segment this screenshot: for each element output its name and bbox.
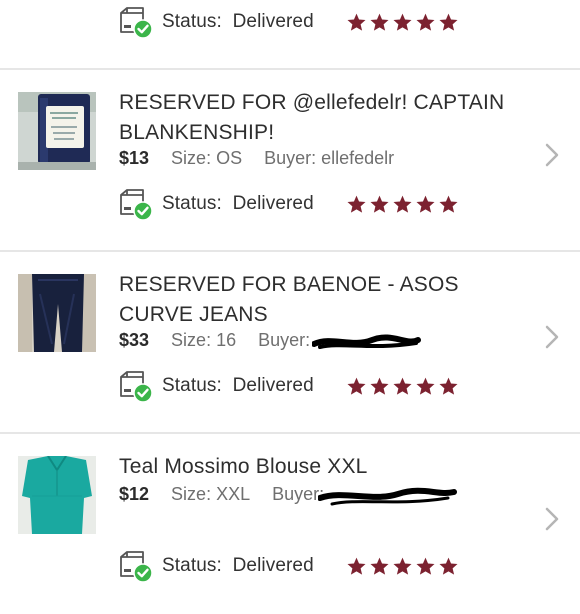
item-buyer: Buyer: [272,483,325,504]
delivered-box-icon [118,5,152,39]
status-row: Status: Delivered [118,368,314,404]
status-text: Status: Delivered [162,555,314,576]
chevron-right-icon[interactable] [542,140,562,170]
star-icon [416,13,435,31]
star-icon [439,13,458,31]
item-price: $33 [119,329,150,350]
product-thumbnail[interactable] [18,92,96,170]
chevron-right-icon[interactable] [542,504,562,534]
star-rating [346,548,459,584]
star-icon [416,557,435,575]
star-icon [370,13,389,31]
star-icon [439,557,458,575]
delivered-box-icon [118,369,152,403]
star-icon [439,377,458,395]
star-icon [370,557,389,575]
status-row: Status: Delivered [118,4,314,40]
star-icon [416,195,435,213]
star-rating [346,368,459,404]
star-rating [346,186,459,222]
item-title: RESERVED FOR @ellefedelr! CAPTAIN BLANKE… [119,91,505,144]
delivered-box-icon [118,187,152,221]
status-text: Status: Delivered [162,193,314,214]
product-thumbnail[interactable] [18,274,96,352]
item-meta: $13 Size: OS Buyer: ellefedelr [119,146,394,170]
status-text: Status: Delivered [162,375,314,396]
item-meta: $33 Size: 16 Buyer: [119,328,310,352]
redaction-scribble [312,334,421,349]
chevron-right-icon[interactable] [542,322,562,352]
delivered-box-icon [118,549,152,583]
item-buyer: Buyer: [258,329,311,350]
star-icon [393,557,412,575]
product-thumbnail[interactable] [18,456,96,534]
item-title: RESERVED FOR BAENOE - ASOS CURVE JEANS [119,273,459,326]
star-icon [370,377,389,395]
star-rating [346,4,459,40]
item-size: Size: XXL [171,483,251,504]
star-icon [370,195,389,213]
star-icon [347,557,366,575]
item-price: $13 [119,147,150,168]
status-row: Status: Delivered [118,548,314,584]
status-row: Status: Delivered [118,186,314,222]
order-item[interactable]: RESERVED FOR BAENOE - ASOS CURVE JEANS $… [0,252,580,432]
item-meta: $12 Size: XXL Buyer: [119,482,324,506]
item-title: Teal Mossimo Blouse XXL [119,455,368,478]
order-item[interactable]: Teal Mossimo Blouse XXL $12 Size: XXL Bu… [0,434,580,614]
star-icon [347,377,366,395]
star-icon [416,377,435,395]
item-size: Size: 16 [171,329,237,350]
star-icon [439,195,458,213]
star-icon [393,13,412,31]
item-price: $12 [119,483,150,504]
star-icon [393,377,412,395]
item-size: Size: OS [171,147,243,168]
star-icon [347,13,366,31]
star-icon [393,195,412,213]
star-icon [347,195,366,213]
redaction-scribble [318,487,457,506]
order-item[interactable]: RESERVED FOR @ellefedelr! CAPTAIN BLANKE… [0,70,580,250]
status-text: Status: Delivered [162,11,314,32]
orders-list: Status: Delivered RESERVED FOR @ellefede… [0,0,580,583]
item-buyer: Buyer: ellefedelr [264,147,395,168]
